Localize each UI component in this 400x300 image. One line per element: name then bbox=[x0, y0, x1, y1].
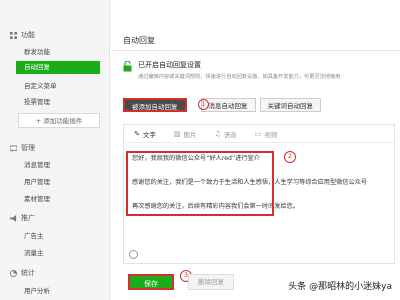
tab-keyword-auto-reply[interactable]: 关键词自动回复 bbox=[259, 98, 321, 112]
divider bbox=[111, 50, 400, 51]
sidebar-item-auto-reply[interactable]: 自动回复 bbox=[16, 61, 100, 74]
chat-icon bbox=[10, 144, 17, 152]
tool-text[interactable]: ✎ 文字 bbox=[134, 129, 156, 139]
chart-icon bbox=[10, 269, 17, 277]
pen-icon: ✎ bbox=[134, 129, 140, 138]
sidebar-section-stats: 统计 bbox=[10, 268, 35, 278]
sidebar-item-mass-send[interactable]: 群发功能 bbox=[24, 46, 50, 56]
watermark: 头条 @那昭林的小迷妹ya bbox=[288, 282, 392, 292]
delete-reply-button[interactable]: 删除回复 bbox=[188, 274, 234, 290]
sidebar-item-vote[interactable]: 投票管理 bbox=[24, 96, 50, 106]
tool-image[interactable]: ▨ 图片 bbox=[174, 129, 197, 139]
main-panel: 自动回复 已开启自动回复设置 通过编辑内容或关键词规则，快速进行自动回复设置。如… bbox=[111, 0, 400, 300]
sidebar-item-messages[interactable]: 消息管理 bbox=[24, 159, 50, 169]
grid-icon bbox=[10, 31, 17, 39]
sidebar-section-manage: 管理 bbox=[10, 143, 35, 153]
video-icon: ▭ bbox=[254, 129, 262, 138]
mic-icon: ♫ bbox=[214, 129, 221, 138]
sidebar-section-function: 功能 bbox=[10, 30, 35, 40]
sidebar-item-advertiser[interactable]: 广告主 bbox=[24, 230, 44, 240]
sidebar-item-user-analysis[interactable]: 用户分析 bbox=[24, 285, 50, 295]
save-button[interactable]: 保存 bbox=[128, 274, 174, 290]
megaphone-icon bbox=[10, 214, 17, 222]
tool-video[interactable]: ▭ 视频 bbox=[255, 129, 278, 139]
unlock-icon bbox=[123, 61, 132, 72]
sidebar-item-traffic[interactable]: 流量主 bbox=[24, 247, 44, 257]
emoji-icon[interactable] bbox=[129, 250, 138, 259]
tool-voice[interactable]: ♫ 语音 bbox=[215, 129, 237, 139]
sidebar-section-promote: 推广 bbox=[10, 213, 35, 223]
status-title: 已开启自动回复设置 bbox=[138, 61, 201, 69]
annotation-marker: 1 bbox=[198, 99, 209, 110]
sidebar: 功能 群发功能 自动回复 自定义菜单 投票管理 + 添加功能插件 管理 消息管理… bbox=[0, 0, 110, 300]
tab-added-auto-reply[interactable]: 被添加自动回复 bbox=[123, 98, 187, 112]
status-description: 通过编辑内容或关键词规则，快速进行自动回复设置。如具备开发能力，可更灵活地使用 bbox=[138, 74, 341, 80]
sidebar-item-users[interactable]: 用户管理 bbox=[24, 176, 50, 186]
page-title: 自动回复 bbox=[123, 36, 155, 45]
annotation-marker: 2 bbox=[284, 151, 296, 163]
status-block: 已开启自动回复设置 通过编辑内容或关键词规则，快速进行自动回复设置。如具备开发能… bbox=[123, 60, 340, 80]
reply-tabs: 被添加自动回复 消息自动回复 关键词自动回复 bbox=[123, 98, 325, 112]
highlight-box bbox=[126, 151, 274, 216]
add-plugin-button[interactable]: + 添加功能插件 bbox=[18, 113, 100, 128]
sidebar-item-materials[interactable]: 素材管理 bbox=[24, 193, 50, 203]
reply-editor: ✎ 文字 ▨ 图片 ♫ 语音 ▭ 视频 您好，我就我的微信公众号“好人red”进行宣介 … bbox=[123, 124, 395, 264]
image-icon: ▨ bbox=[173, 129, 181, 138]
sidebar-item-custom-menu[interactable]: 自定义菜单 bbox=[24, 80, 57, 90]
editor-toolbar: ✎ 文字 ▨ 图片 ♫ 语音 ▭ 视频 bbox=[124, 125, 394, 143]
